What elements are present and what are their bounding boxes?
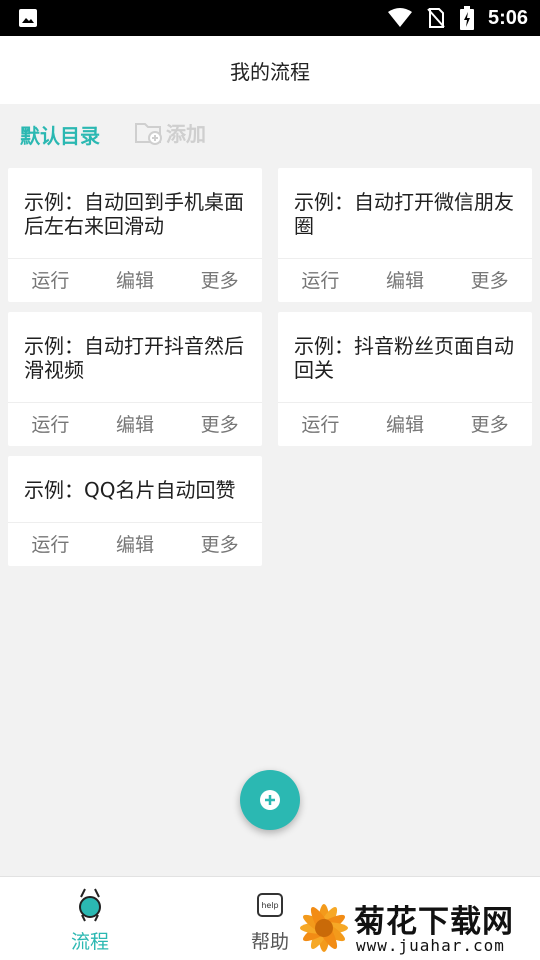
flow-card[interactable]: 示例：自动打开微信朋友圈 运行 编辑 更多 bbox=[278, 168, 532, 302]
edit-button[interactable]: 编辑 bbox=[363, 403, 448, 446]
flow-card-actions: 运行 编辑 更多 bbox=[8, 522, 262, 566]
run-button[interactable]: 运行 bbox=[8, 523, 93, 566]
flow-card-actions: 运行 编辑 更多 bbox=[278, 258, 532, 302]
plus-icon bbox=[260, 790, 280, 810]
more-button[interactable]: 更多 bbox=[177, 523, 262, 566]
add-flow-button[interactable] bbox=[240, 770, 300, 830]
more-button[interactable]: 更多 bbox=[177, 259, 262, 302]
wifi-icon bbox=[387, 8, 412, 27]
flow-card-title: 示例：自动打开微信朋友圈 bbox=[294, 190, 514, 238]
edit-button[interactable]: 编辑 bbox=[363, 259, 448, 302]
status-bar: 5:06 bbox=[0, 0, 540, 36]
flow-icon bbox=[79, 888, 101, 922]
page-title: 我的流程 bbox=[230, 59, 310, 84]
nav-label-flow: 流程 bbox=[70, 931, 109, 953]
flow-card-title: 示例：自动回到手机桌面后左右来回滑动 bbox=[24, 190, 244, 238]
watermark-title: 菊花下载网 bbox=[354, 904, 514, 940]
run-button[interactable]: 运行 bbox=[278, 259, 363, 302]
add-folder-button[interactable]: 添加 bbox=[134, 118, 206, 147]
app-header: 我的流程 bbox=[0, 36, 540, 104]
flow-card-title: 示例：抖音粉丝页面自动回关 bbox=[294, 334, 514, 382]
more-button[interactable]: 更多 bbox=[447, 403, 532, 446]
status-time: 5:06 bbox=[487, 6, 528, 29]
run-button[interactable]: 运行 bbox=[8, 403, 93, 446]
flow-card[interactable]: 示例：QQ名片自动回赞 运行 编辑 更多 bbox=[8, 456, 262, 566]
flow-card-title: 示例：自动打开抖音然后滑视频 bbox=[24, 334, 244, 382]
watermark: 菊花下载网 www.juahar.com bbox=[292, 892, 540, 960]
add-folder-icon bbox=[135, 122, 162, 145]
nav-item-flow[interactable]: 流程 bbox=[0, 877, 180, 960]
flow-card-actions: 运行 编辑 更多 bbox=[278, 402, 532, 446]
flow-card[interactable]: 示例：自动回到手机桌面后左右来回滑动 运行 编辑 更多 bbox=[8, 168, 262, 302]
battery-charging-icon bbox=[459, 6, 474, 30]
run-button[interactable]: 运行 bbox=[8, 259, 93, 302]
watermark-url: www.juahar.com bbox=[356, 936, 505, 955]
more-button[interactable]: 更多 bbox=[447, 259, 532, 302]
edit-button[interactable]: 编辑 bbox=[93, 259, 178, 302]
more-button[interactable]: 更多 bbox=[177, 403, 262, 446]
flow-card[interactable]: 示例：自动打开抖音然后滑视频 运行 编辑 更多 bbox=[8, 312, 262, 446]
flow-card-actions: 运行 编辑 更多 bbox=[8, 402, 262, 446]
flow-card-title: 示例：QQ名片自动回赞 bbox=[24, 478, 236, 502]
help-icon: help bbox=[257, 893, 283, 917]
edit-button[interactable]: 编辑 bbox=[93, 523, 178, 566]
no-sim-icon bbox=[427, 8, 445, 28]
run-button[interactable]: 运行 bbox=[278, 403, 363, 446]
flow-card-actions: 运行 编辑 更多 bbox=[8, 258, 262, 302]
flow-card[interactable]: 示例：抖音粉丝页面自动回关 运行 编辑 更多 bbox=[278, 312, 532, 446]
add-folder-label: 添加 bbox=[166, 122, 206, 146]
tab-default-folder[interactable]: 默认目录 bbox=[20, 120, 100, 149]
image-icon bbox=[19, 9, 37, 27]
folder-toolbar: 默认目录 添加 bbox=[0, 104, 540, 162]
flower-logo bbox=[300, 904, 348, 952]
edit-button[interactable]: 编辑 bbox=[93, 403, 178, 446]
